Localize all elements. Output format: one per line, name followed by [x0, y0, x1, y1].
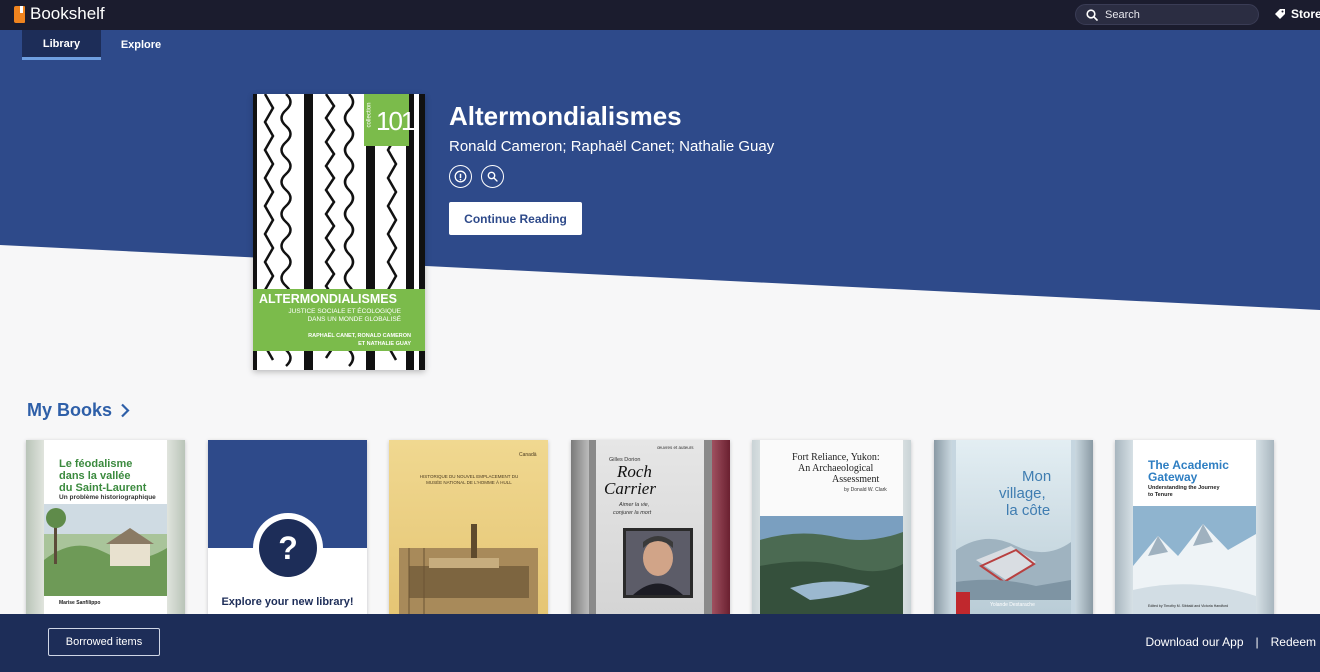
book-1-subtitle: Un problème historiographique [59, 494, 156, 501]
cover-mountains [1133, 506, 1256, 616]
search-placeholder: Search [1105, 8, 1140, 21]
book-search-button[interactable] [481, 165, 504, 188]
book-6-title-1: Mon [1022, 468, 1052, 485]
store-link[interactable]: Store [1274, 7, 1320, 21]
hero-background [0, 60, 1320, 320]
book-cover-mon-village[interactable]: Mon village, la côte Yolande Destarache [934, 440, 1093, 616]
book-1-title-3: du Saint-Laurent [59, 482, 147, 494]
book-cover-musee[interactable]: HISTORIQUE DU NOUVEL EMPLACEMENT DU MUSÉ… [389, 440, 548, 616]
redeem-link[interactable]: Redeem [1271, 635, 1316, 649]
tag-icon [1275, 9, 1285, 19]
book-5-author: by Donald W. Clark [844, 487, 887, 493]
tab-explore[interactable]: Explore [101, 30, 181, 60]
cover-authors-2: ET NATHALIE GUAY [358, 341, 411, 347]
borrowed-items-button[interactable]: Borrowed items [48, 628, 160, 656]
cover-authors-1: RAPHAËL CANET, RONALD CAMERON [308, 333, 411, 339]
book-7-subtitle-1: Understanding the Journey [1148, 485, 1220, 491]
book-7-subtitle-2: to Tenure [1148, 492, 1173, 498]
my-books-heading[interactable]: My Books [27, 400, 130, 421]
cover-subtitle-1: JUSTICE SOCIALE ET ÉCOLOGIQUE [288, 308, 401, 315]
svg-text:?: ? [278, 530, 298, 566]
search-icon [1086, 8, 1098, 21]
book-1-author: Marise Sanfilippo [59, 600, 101, 606]
bookshelf-logo-icon [14, 5, 25, 23]
featured-book-authors: Ronald Cameron; Raphaël Canet; Nathalie … [449, 138, 775, 155]
book-3-title: HISTORIQUE DU NOUVEL EMPLACEMENT DU MUSÉ… [419, 474, 519, 485]
footer-bar: Borrowed items Download our App | Redeem [0, 614, 1320, 672]
cover-series-label: collection [366, 102, 373, 128]
cover-title: ALTERMONDIALISMES [259, 292, 397, 306]
book-cover-roch-carrier[interactable]: œuvres et auteurs Gilles Dorion Roch Car… [571, 440, 730, 616]
book-6-title-2: village, [999, 485, 1046, 502]
nav-bar: Library Explore [0, 30, 1320, 60]
book-4-tagline-2: conjurer la mort [613, 510, 652, 516]
app-title: Bookshelf [30, 4, 105, 23]
book-cover-feodalisme[interactable]: Le féodalisme dans la vallée du Saint-La… [26, 440, 185, 616]
book-cover-fort-reliance[interactable]: Fort Reliance, Yukon: An Archaeological … [752, 440, 911, 616]
download-app-link[interactable]: Download our App [1145, 635, 1243, 649]
book-5-title-1: Fort Reliance, Yukon: [792, 452, 880, 463]
explore-library-card[interactable]: ? Explore your new library! [208, 440, 367, 616]
search-icon [487, 171, 498, 182]
search-input[interactable]: Search [1075, 4, 1259, 25]
chevron-right-icon [121, 403, 130, 418]
book-info-button[interactable] [449, 165, 472, 188]
book-6-author: Yolande Destarache [990, 602, 1035, 608]
tab-library[interactable]: Library [22, 30, 101, 60]
explore-library-label: Explore your new library! [221, 596, 354, 608]
book-1-title-1: Le féodalisme [59, 458, 133, 470]
featured-book-cover[interactable]: collection 101 ALTERMONDIALISMES JUSTICE… [253, 94, 425, 370]
book-5-title-3: Assessment [832, 474, 880, 485]
book-3-brand: Canadä [519, 452, 537, 458]
cover-landscape [760, 516, 903, 616]
book-7-editors: Edited by Timothy M. Sibbald and Victori… [1148, 604, 1229, 608]
footer-separator: | [1255, 635, 1259, 649]
featured-book-title: Altermondialismes [449, 101, 682, 131]
book-6-title-3: la côte [1006, 502, 1051, 519]
footer-links: Download our App | Redeem [1145, 635, 1316, 649]
book-cover-academic-gateway[interactable]: The Academic Gateway Understanding the J… [1115, 440, 1274, 616]
hero-banner [0, 60, 1320, 320]
question-icon: ? [253, 513, 323, 583]
book-5-title-2: An Archaeological [798, 463, 874, 474]
app-logo[interactable]: Bookshelf [14, 4, 105, 24]
info-icon [454, 170, 467, 183]
cover-subtitle-2: DANS UN MONDE GLOBALISÉ [307, 316, 401, 323]
cover-photo [399, 524, 538, 616]
cover-series-number: 101 [376, 106, 415, 136]
book-4-title-2: Carrier [604, 479, 656, 498]
cover-painting [956, 538, 1071, 600]
store-label: Store [1291, 7, 1320, 21]
my-books-label: My Books [27, 400, 113, 420]
book-4-tagline-1: Aimer la vie, [619, 502, 650, 508]
author-photo [623, 528, 693, 598]
top-bar: Bookshelf Search Store [0, 0, 1320, 30]
continue-reading-button[interactable]: Continue Reading [449, 202, 582, 235]
book-7-title-2: Gateway [1148, 470, 1198, 484]
book-1-title-2: dans la vallée [59, 470, 131, 482]
book-4-series: œuvres et auteurs [657, 445, 694, 450]
